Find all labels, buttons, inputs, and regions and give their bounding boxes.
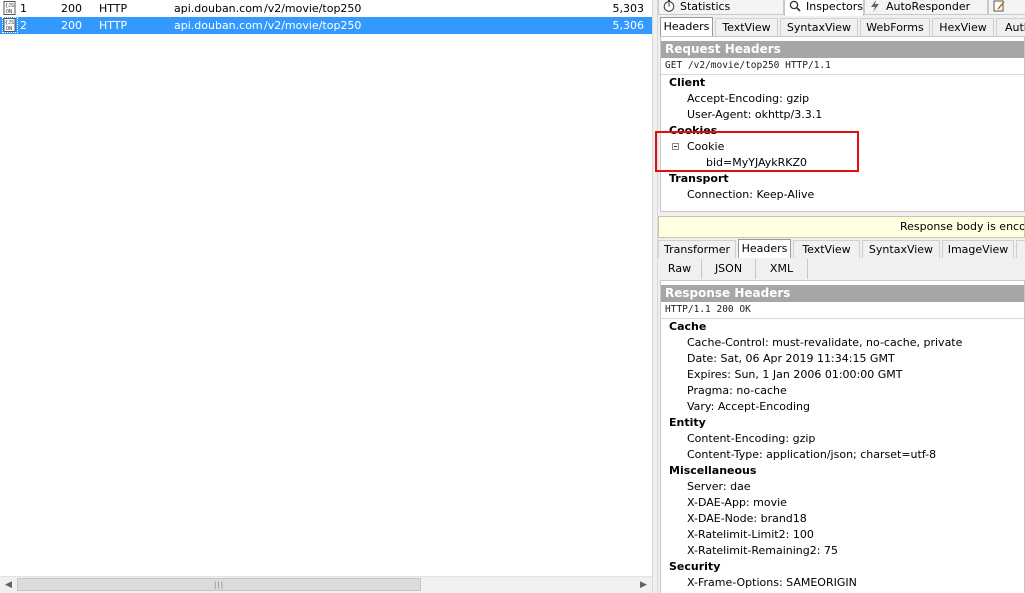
response-tab-textview[interactable]: TextView [793,240,860,258]
response-subtab-raw[interactable]: Raw [658,259,702,279]
response-tab-more[interactable] [1016,240,1025,258]
json-document-icon: {JSON [2,17,18,33]
response-tab-transformer[interactable]: Transformer [658,240,736,258]
header-item[interactable]: Cache-Control: must-revalidate, no-cache… [661,335,1024,351]
scrollbar-thumb[interactable]: ||| [17,578,421,591]
cookie-value[interactable]: bid=MyYJAykRKZ0 [661,155,1024,171]
session-result: 200 [61,2,82,15]
header-item[interactable]: Content-Encoding: gzip [661,431,1024,447]
header-group-transport: Transport [669,172,729,185]
header-group-miscellaneous: Miscellaneous [669,464,757,477]
response-tab-headers[interactable]: Headers [738,239,791,258]
session-body-size: 5,306 [612,19,645,32]
horizontal-scrollbar[interactable]: ◀ ||| ▶ [0,576,652,593]
header-item[interactable]: X-Ratelimit-Remaining2: 75 [661,543,1024,559]
main-tab-strip: Statistics Inspectors AutoResponder [658,0,1025,16]
svg-text:ON: ON [6,9,12,15]
tab-autoresponder[interactable]: AutoResponder [864,0,988,15]
header-group-cookies: Cookies [669,124,718,137]
request-tab-webforms[interactable]: WebForms [860,18,930,36]
tab-label: Statistics [680,0,731,13]
header-item[interactable]: X-Ratelimit-Limit2: 100 [661,527,1024,543]
request-tab-auth[interactable]: Auth [996,18,1025,36]
session-list[interactable]: {JS ON 1 200 HTTP api.douban.com /v2/movi… [0,0,652,593]
magnifier-icon [789,0,801,12]
header-item[interactable]: Expires: Sun, 1 Jan 2006 01:00:00 GMT [661,367,1024,383]
header-group-client: Client [669,76,706,89]
header-item[interactable]: User-Agent: okhttp/3.3.1 [661,107,1024,123]
header-item[interactable]: Content-Type: application/json; charset=… [661,447,1024,463]
scroll-right-arrow-icon[interactable]: ▶ [635,577,652,593]
session-protocol: HTTP [99,19,128,32]
request-status-line: GET /v2/movie/top250 HTTP/1.1 [661,58,1024,75]
header-item[interactable]: Vary: Accept-Encoding [661,399,1024,415]
response-headers-title: Response Headers [661,285,1024,302]
note-icon [993,0,1005,12]
response-headers-panel[interactable]: Response Headers HTTP/1.1 200 OK Cache C… [660,280,1025,593]
inspector-pane: Statistics Inspectors AutoResponder Head… [658,0,1025,593]
request-tab-strip: Headers TextView SyntaxView WebForms Hex… [658,16,1025,36]
session-row-2[interactable]: {JS ON 2 200 HTTP api.douban.com /v2/movi… [0,17,652,34]
request-tab-headers[interactable]: Headers [660,17,713,36]
session-row-1[interactable]: {JS ON 1 200 HTTP api.douban.com /v2/movi… [0,0,652,17]
header-item[interactable]: Pragma: no-cache [661,383,1024,399]
cookie-tree-node[interactable]: Cookie [661,139,1024,155]
header-group-cache: Cache [669,320,707,333]
session-host: api.douban.com [174,19,263,32]
json-document-icon: {JSON [3,1,16,15]
header-item[interactable]: X-DAE-App: movie [661,495,1024,511]
collapse-toggle-icon[interactable] [672,143,679,150]
decode-notice-text: Response body is encoded. Click to decod… [900,220,1025,233]
response-status-line: HTTP/1.1 200 OK [661,302,1024,319]
response-tab-imageview[interactable]: ImageView [942,240,1014,258]
session-number: 2 [20,19,27,32]
session-host: api.douban.com [174,2,263,15]
header-item[interactable]: Date: Sat, 06 Apr 2019 11:34:15 GMT [661,351,1024,367]
stopwatch-icon [663,0,675,12]
response-subtab-xml[interactable]: XML [756,259,808,279]
session-protocol: HTTP [99,2,128,15]
session-url: /v2/movie/top250 [264,2,362,15]
cookie-node-label: Cookie [687,140,725,153]
header-group-entity: Entity [669,416,706,429]
tab-inspectors[interactable]: Inspectors [784,0,864,16]
session-url: /v2/movie/top250 [264,19,362,32]
session-number: 1 [20,2,27,15]
header-item[interactable]: Connection: Keep-Alive [661,187,1024,203]
tab-label: Inspectors [806,0,864,13]
header-item[interactable]: X-Frame-Options: SAMEORIGIN [661,575,1024,591]
response-subtab-json[interactable]: JSON [702,259,756,279]
scrollbar-grip: ||| [214,581,225,589]
session-result: 200 [61,19,82,32]
request-headers-panel[interactable]: Request Headers GET /v2/movie/top250 HTT… [660,36,1025,212]
tab-statistics[interactable]: Statistics [658,0,784,15]
header-group-security: Security [669,560,721,573]
response-tab-syntaxview[interactable]: SyntaxView [862,240,940,258]
request-tab-syntaxview[interactable]: SyntaxView [780,18,858,36]
lightning-icon [871,0,879,12]
response-tab-strip: Transformer Headers TextView SyntaxView … [658,238,1025,258]
scroll-left-arrow-icon[interactable]: ◀ [0,577,17,593]
header-item[interactable]: Accept-Encoding: gzip [661,91,1024,107]
session-body-size: 5,303 [612,2,645,15]
request-tab-textview[interactable]: TextView [715,18,778,36]
request-tab-hexview[interactable]: HexView [932,18,994,36]
svg-text:ON: ON [6,26,12,32]
request-headers-title: Request Headers [661,41,1024,58]
tab-composer[interactable] [988,0,1025,15]
header-item[interactable]: Server: dae [661,479,1024,495]
header-item[interactable]: X-DAE-Node: brand18 [661,511,1024,527]
decode-notice-bar[interactable]: Response body is encoded. Click to decod… [658,216,1025,238]
response-subtab-strip: Raw JSON XML [658,259,1025,280]
tab-label: AutoResponder [886,0,971,13]
